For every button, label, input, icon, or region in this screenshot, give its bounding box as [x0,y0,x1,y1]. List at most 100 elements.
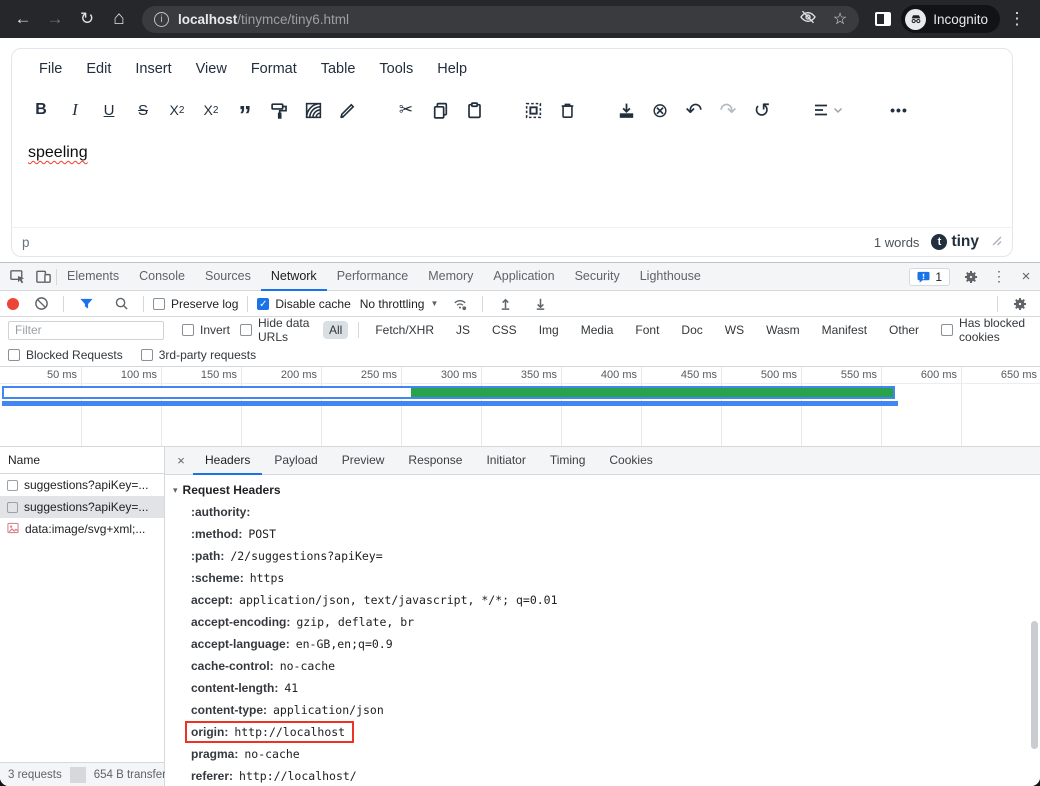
browser-menu-icon[interactable]: ⋮ [1002,4,1032,34]
filter-type-wasm[interactable]: Wasm [760,321,806,339]
back-icon[interactable]: ← [8,4,38,34]
eye-blocked-icon[interactable] [799,8,817,31]
menu-insert[interactable]: Insert [123,56,183,82]
align-dropdown[interactable] [804,95,850,125]
export-har-icon[interactable] [527,292,553,316]
paste-button[interactable] [457,95,491,125]
network-settings-icon[interactable] [1007,292,1033,316]
clear-button[interactable] [28,292,54,316]
url-bar[interactable]: i localhost/tinymce/tiny6.html ☆ [142,6,859,33]
redo-button[interactable]: ↷ [711,95,745,125]
tiny-branding[interactable]: t tiny [931,233,979,251]
filter-type-media[interactable]: Media [575,321,620,339]
resize-handle-icon[interactable] [991,233,1002,251]
name-column-header[interactable]: Name [0,447,164,474]
underline-button[interactable]: U [92,95,126,125]
network-conditions-icon[interactable] [447,292,473,316]
tab-memory[interactable]: Memory [418,263,483,291]
delete-button[interactable] [550,95,584,125]
detail-tab-timing[interactable]: Timing [538,447,598,475]
detail-close-icon[interactable]: × [169,453,193,468]
home-icon[interactable]: ⌂ [104,4,134,34]
misspelled-word[interactable]: speeling [28,144,88,161]
tab-application[interactable]: Application [483,263,564,291]
has-blocked-cookies-checkbox[interactable]: Has blocked cookies [941,316,1032,344]
copy-button[interactable] [423,95,457,125]
filter-type-ws[interactable]: WS [719,321,750,339]
word-count[interactable]: 1 words [874,235,920,250]
filter-input[interactable] [8,321,164,340]
bookmark-icon[interactable]: ☆ [833,9,847,29]
request-headers-section[interactable]: ▾ Request Headers [165,479,1040,501]
bold-button[interactable]: B [24,95,58,125]
disclosure-triangle-icon[interactable]: ▾ [173,485,178,496]
menu-view[interactable]: View [184,56,239,82]
url-text[interactable]: localhost/tinymce/tiny6.html [178,12,349,27]
throttling-select[interactable]: No throttling ▼ [360,297,439,311]
filter-type-other[interactable]: Other [883,321,925,339]
request-row-2-selected[interactable]: suggestions?apiKey=... [0,496,164,518]
detail-tab-headers[interactable]: Headers [193,447,262,475]
save-button[interactable] [609,95,643,125]
devtools-menu-icon[interactable]: ⋮ [986,265,1012,289]
scrollbar-thumb[interactable] [1031,621,1038,749]
checkbox-unchecked[interactable] [153,298,165,310]
third-party-requests-checkbox[interactable]: 3rd-party requests [141,348,256,362]
cut-button[interactable]: ✂ [389,95,423,125]
overview-timeline-bar[interactable] [2,401,898,406]
superscript-button[interactable]: X2 [194,95,228,125]
element-path[interactable]: p [22,235,30,250]
restore-draft-button[interactable]: ↺ [745,95,779,125]
filter-type-css[interactable]: CSS [486,321,523,339]
hide-data-urls-checkbox[interactable]: Hide data URLs [240,316,313,344]
checkbox-checked[interactable]: ✓ [257,298,269,310]
filter-type-doc[interactable]: Doc [675,321,708,339]
tab-performance[interactable]: Performance [327,263,419,291]
overview-request-bar[interactable] [2,386,895,399]
devtools-close-icon[interactable]: × [1014,268,1038,285]
filter-icon[interactable] [73,292,99,316]
detail-tab-cookies[interactable]: Cookies [597,447,664,475]
timeline-overview[interactable]: 50 ms100 ms150 ms200 ms250 ms300 ms350 m… [0,367,1040,447]
disable-cache-checkbox[interactable]: ✓ Disable cache [257,297,350,311]
menu-help[interactable]: Help [425,56,479,82]
blocked-requests-checkbox[interactable]: Blocked Requests [8,348,123,362]
page-info-icon[interactable]: i [154,12,169,27]
subscript-button[interactable]: X2 [160,95,194,125]
tab-sources[interactable]: Sources [195,263,261,291]
forward-icon[interactable]: → [40,4,70,34]
record-button[interactable] [7,298,19,310]
filter-type-img[interactable]: Img [533,321,565,339]
tab-lighthouse[interactable]: Lighthouse [630,263,711,291]
filter-type-js[interactable]: JS [450,321,476,339]
menu-file[interactable]: File [27,56,74,82]
editor-content[interactable]: speeling [12,131,1012,227]
filter-type-manifest[interactable]: Manifest [816,321,873,339]
select-all-button[interactable] [516,95,550,125]
format-painter-icon[interactable] [262,95,296,125]
italic-button[interactable]: I [58,95,92,125]
device-toolbar-icon[interactable] [30,265,56,289]
tab-network[interactable]: Network [261,263,327,291]
preserve-log-checkbox[interactable]: Preserve log [153,297,238,311]
detail-tab-initiator[interactable]: Initiator [474,447,537,475]
incognito-badge[interactable]: Incognito [901,5,1000,33]
tab-console[interactable]: Console [129,263,195,291]
invert-checkbox[interactable]: Invert [182,323,230,337]
tab-security[interactable]: Security [565,263,630,291]
permanent-pen-icon[interactable] [330,95,364,125]
inspect-element-icon[interactable] [4,265,30,289]
menu-tools[interactable]: Tools [367,56,425,82]
image-frame-icon[interactable] [296,95,330,125]
request-row-1[interactable]: suggestions?apiKey=... [0,474,164,496]
more-toolbar-button[interactable]: ••• [882,95,916,125]
detail-tab-payload[interactable]: Payload [262,447,329,475]
settings-gear-icon[interactable] [958,265,984,289]
side-panel-icon[interactable] [875,12,891,26]
menu-format[interactable]: Format [239,56,309,82]
menu-table[interactable]: Table [309,56,368,82]
filter-type-font[interactable]: Font [629,321,665,339]
detail-tab-preview[interactable]: Preview [330,447,397,475]
reload-icon[interactable]: ↻ [72,4,102,34]
blockquote-button[interactable]: ” [228,95,262,125]
